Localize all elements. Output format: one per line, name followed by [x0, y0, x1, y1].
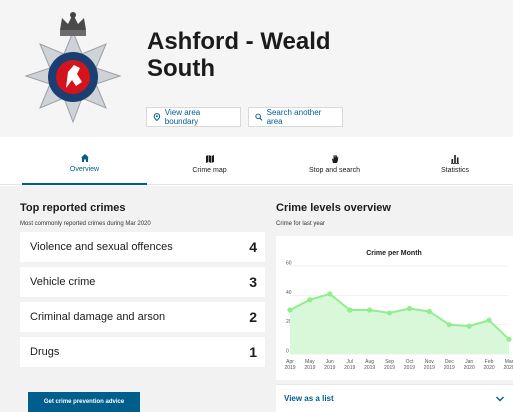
x-tick-year: 2019 — [384, 365, 395, 371]
chevron-down-icon — [496, 396, 504, 401]
x-tick-year: 2019 — [304, 365, 315, 371]
x-tick-year: 2019 — [324, 365, 335, 371]
tab-stop-and-search-label: Stop and search — [309, 167, 360, 174]
home-icon — [80, 154, 89, 162]
tab-crime-map-label: Crime map — [192, 167, 227, 174]
search-another-area-button[interactable]: Search another area — [248, 107, 343, 127]
x-tick-year: 2020 — [464, 365, 475, 371]
crime-row-violence[interactable]: Violence and sexual offences 4 — [20, 232, 265, 262]
tab-statistics-label: Statistics — [440, 167, 469, 174]
data-point — [287, 307, 293, 313]
y-tick-label: 60 — [286, 261, 292, 267]
top-crimes-list: Violence and sexual offences 4 Vehicle c… — [20, 232, 265, 372]
location-pin-icon — [153, 113, 161, 121]
crime-levels-subtitle: Crime for last year — [276, 221, 326, 227]
view-as-list-label: View as a list — [284, 394, 334, 403]
top-crimes-subtitle: Most commonly reported crimes during Mar… — [20, 221, 151, 227]
view-area-boundary-label: View area boundary — [164, 108, 201, 126]
x-tick-year: 2019 — [284, 365, 295, 371]
hand-icon — [331, 155, 338, 163]
area-tabs: Overview Crime map Stop and search Stati… — [0, 143, 513, 185]
x-tick-year: 2020 — [484, 365, 495, 371]
top-crimes-title: Top reported crimes — [20, 202, 126, 214]
crime-per-month-chart: Crime per Month 0 20 40 60 Apr 2019 May 2019 Jun 2… — [276, 236, 513, 380]
y-tick-label: 0 — [286, 349, 289, 355]
crime-name: Violence and sexual offences — [30, 241, 173, 253]
view-as-list-toggle[interactable]: View as a list — [276, 384, 513, 412]
data-point — [466, 323, 472, 329]
data-point — [486, 317, 492, 323]
tab-overview-label: Overview — [69, 166, 100, 173]
police-crest-logo — [24, 12, 122, 124]
crime-count: 3 — [249, 274, 257, 290]
tab-overview[interactable]: Overview — [22, 143, 147, 185]
tab-crime-map[interactable]: Crime map — [147, 143, 272, 185]
x-tick-year: 2019 — [404, 365, 415, 371]
data-point — [327, 291, 333, 297]
x-tick-year: 2020 — [503, 365, 513, 371]
data-point — [347, 307, 353, 313]
data-point — [426, 308, 432, 315]
search-icon — [255, 113, 263, 121]
bar-chart-icon — [451, 155, 459, 164]
x-tick-year: 2019 — [344, 365, 355, 371]
crime-count: 1 — [249, 344, 257, 360]
crime-row-drugs[interactable]: Drugs 1 — [20, 337, 265, 367]
crime-levels-title: Crime levels overview — [276, 202, 391, 214]
chart-title: Crime per Month — [366, 250, 422, 257]
crime-row-vehicle[interactable]: Vehicle crime 3 — [20, 267, 265, 297]
y-tick-label: 40 — [286, 290, 292, 296]
map-icon — [205, 155, 214, 163]
search-another-area-label: Search another area — [266, 108, 322, 126]
crime-prevention-advice-button[interactable]: Get crime prevention advice — [28, 392, 140, 412]
data-point — [367, 307, 373, 313]
data-point — [307, 297, 313, 303]
area-header: Ashford - Weald South View area boundary… — [0, 0, 513, 137]
tab-statistics[interactable]: Statistics — [397, 143, 513, 185]
view-area-boundary-button[interactable]: View area boundary — [146, 107, 241, 127]
tab-stop-and-search[interactable]: Stop and search — [272, 143, 397, 185]
crime-name: Criminal damage and arson — [30, 311, 166, 323]
crime-row-criminal-damage[interactable]: Criminal damage and arson 2 — [20, 302, 265, 332]
x-tick-year: 2019 — [364, 365, 375, 371]
data-point — [386, 310, 393, 316]
crime-name: Drugs — [30, 346, 60, 358]
data-point — [446, 322, 452, 328]
data-point — [406, 305, 413, 312]
x-tick-year: 2019 — [444, 365, 455, 371]
crime-name: Vehicle crime — [30, 276, 96, 288]
chart-svg: Crime per Month0204060Apr2019May2019Jun2… — [284, 250, 513, 371]
crime-count: 2 — [249, 309, 257, 325]
x-tick-year: 2019 — [424, 365, 435, 371]
crime-count: 4 — [249, 239, 257, 255]
data-point — [506, 336, 512, 342]
area-title: Ashford - Weald South — [147, 28, 331, 82]
